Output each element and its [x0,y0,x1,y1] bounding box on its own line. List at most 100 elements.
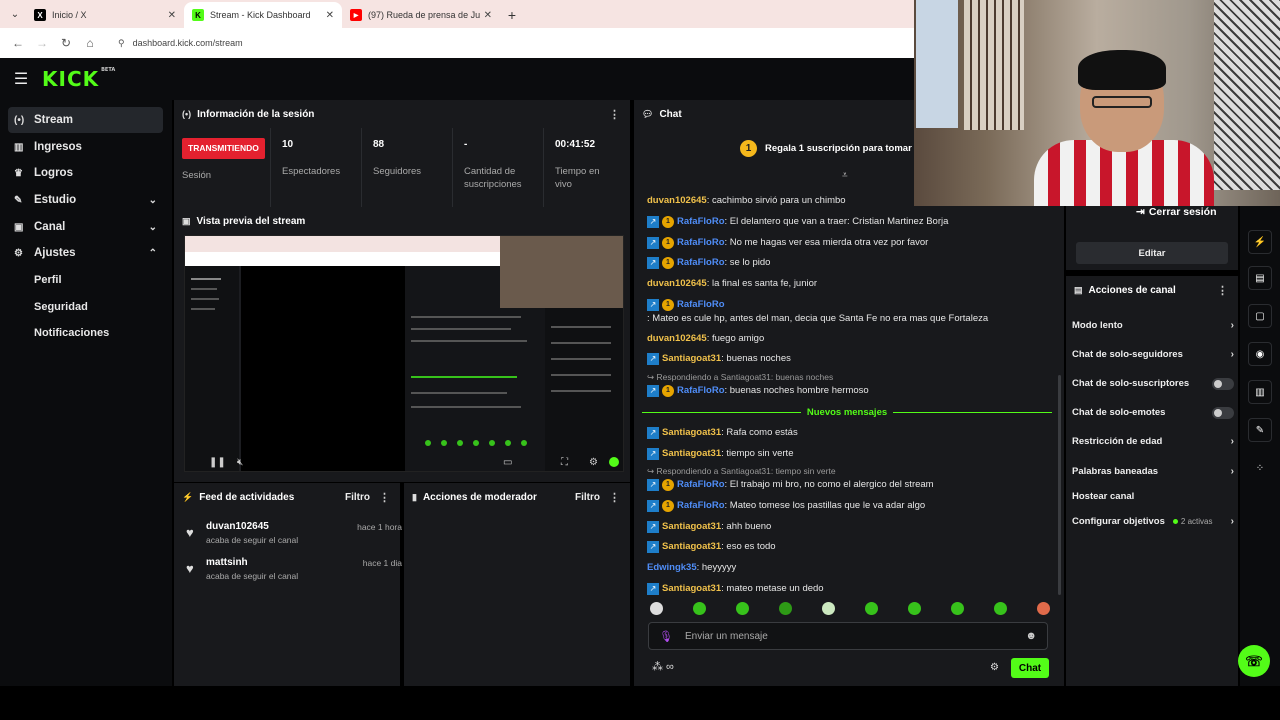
chat-username[interactable]: duvan102645 [647,332,707,346]
chat-username[interactable]: RafaFloRo [677,499,725,513]
new-tab-button[interactable]: + [500,2,524,28]
tab-list-icon[interactable]: ⌄ [4,0,26,28]
action-set-goals[interactable]: Configurar objetivos 2 activas › [1072,516,1234,527]
forward-icon[interactable]: → [30,31,54,55]
chat-username[interactable]: Santiagoat31 [662,352,721,366]
document-icon[interactable]: ▤ [1248,266,1272,290]
action-slow-mode[interactable]: Modo lento › [1072,320,1234,331]
action-banned-words[interactable]: Palabras baneadas › [1072,466,1234,477]
sidebar-item-logros[interactable]: ♛ Logros [8,160,163,186]
emote-icon[interactable] [1037,602,1050,615]
fullscreen-icon[interactable]: ⛶ [561,457,568,468]
chat-input[interactable]: 🎙︎ Enviar un mensaje ☻ [648,622,1048,650]
sidebar-item-canal[interactable]: ▣ Canal ⌄ [8,214,163,240]
mute-icon[interactable]: 🔇︎ [237,457,243,468]
chat-username[interactable]: duvan102645 [647,194,707,208]
emote-icon[interactable] [822,602,835,615]
reload-icon[interactable]: ↻ [54,31,78,55]
more-options-icon[interactable]: ⋮ [609,108,620,121]
pinned-message[interactable]: 1 Regala 1 suscripción para tomar la [740,140,922,157]
close-tab-icon[interactable]: ✕ [168,10,176,21]
chat-username[interactable]: duvan102645 [647,277,707,291]
url-field[interactable]: ⚲ dashboard.kick.com/stream [110,31,908,55]
chat-username[interactable]: Santiagoat31 [662,447,721,461]
chat-username[interactable]: Santiagoat31 [662,540,721,554]
site-info-icon[interactable]: ⚲ [118,38,125,49]
sidebar-sub-seguridad[interactable]: Seguridad [34,301,88,313]
chat-username[interactable]: RafaFloRo [677,236,725,250]
help-chat-button[interactable]: ☏ [1238,645,1270,677]
chat-username[interactable]: Santiagoat31 [662,582,721,596]
pip-icon[interactable]: ▭ [503,457,512,468]
chat-username[interactable]: Edwingk35 [647,561,697,575]
edit-button[interactable]: Editar [1076,242,1228,264]
layout-icon[interactable]: ▥ [1248,380,1272,404]
emoji-icon[interactable]: ☻ [1025,630,1037,642]
more-options-icon[interactable]: ⋮ [379,491,390,504]
browser-tab-kick[interactable]: K Stream - Kick Dashboard ✕ [184,2,342,28]
action-host-channel[interactable]: Hostear canal [1072,491,1234,502]
mic-icon[interactable]: 🎙︎ [659,630,673,643]
chat-username[interactable]: RafaFloRo [677,298,725,312]
settings-icon[interactable]: ⚙ [589,457,598,468]
filter-button[interactable]: Filtro [345,492,370,503]
panel-title: Chat [659,108,682,120]
close-tab-icon[interactable]: ✕ [484,10,492,21]
browser-tab-youtube[interactable]: ▶ (97) Rueda de prensa de Junior ✕ [342,2,500,28]
broadcast-icon[interactable]: ◉ [1248,342,1272,366]
menu-icon[interactable]: ☰ [0,69,42,89]
emote-icon[interactable] [779,602,792,615]
emote-icon[interactable] [908,602,921,615]
beta-tag: BETA [101,67,116,73]
more-options-icon[interactable]: ⋮ [609,491,620,504]
bolt-icon[interactable]: ⚡ [1248,230,1272,254]
preview-line [191,278,221,280]
action-age-restriction[interactable]: Restricción de edad › [1072,436,1234,447]
chat-username[interactable]: RafaFloRo [677,478,725,492]
emote-icon[interactable] [736,602,749,615]
emote-bar [650,602,1050,615]
logout-button[interactable]: ⇥ Cerrar sesión [1136,206,1217,218]
sidebar-item-stream[interactable]: (•) Stream [8,107,163,133]
kick-logo[interactable]: KICK BETA [42,67,115,91]
chat-username[interactable]: RafaFloRo [677,384,725,398]
share-icon[interactable]: ⁘ [1248,456,1272,480]
action-followers-only[interactable]: Chat de solo-seguidores › [1072,349,1234,360]
sidebar-sub-perfil[interactable]: Perfil [34,274,62,286]
back-icon[interactable]: ← [6,31,30,55]
sidebar-item-ajustes[interactable]: ⚙ Ajustes ⌃ [8,240,163,266]
pause-icon[interactable]: ❚❚ [209,457,226,468]
chat-username[interactable]: RafaFloRo [677,256,725,270]
wrench-icon[interactable]: ✎ [1248,418,1272,442]
emote-icon[interactable] [994,602,1007,615]
channel-actions-panel: ▤ Acciones de canal ⋮ Modo lento › Chat … [1066,276,1238,686]
send-chat-button[interactable]: Chat [1011,658,1049,678]
emote-icon[interactable] [951,602,964,615]
chat-icon[interactable]: ▢ [1248,304,1272,328]
browser-tab-x[interactable]: X Inicio / X ✕ [26,2,184,28]
home-icon[interactable]: ⌂ [78,31,102,55]
action-subscribers-only[interactable]: Chat de solo-suscriptores [1072,377,1234,390]
action-emotes-only[interactable]: Chat de solo-emotes [1072,406,1234,419]
more-options-icon[interactable]: ⋮ [1217,284,1228,297]
chat-username[interactable]: RafaFloRo [677,215,725,229]
stream-preview-video[interactable]: ❚❚ 🔇︎ ▭ ⛶ ⚙ [184,235,624,472]
chat-username[interactable]: Santiagoat31 [662,426,721,440]
emote-icon[interactable] [650,602,663,615]
feed-user[interactable]: duvan102645 [206,521,269,532]
close-tab-icon[interactable]: ✕ [326,10,334,21]
gear-icon[interactable]: ⚙ [990,662,999,673]
chat-username[interactable]: Santiagoat31 [662,520,721,534]
sidebar-item-estudio[interactable]: ✎ Estudio ⌄ [8,187,163,213]
sidebar-sub-notificaciones[interactable]: Notificaciones [34,327,109,339]
chat-scrollbar[interactable] [1058,375,1061,595]
feed-user[interactable]: mattsinh [206,557,248,568]
toggle-switch[interactable] [1212,406,1234,419]
toggle-switch[interactable] [1212,377,1234,390]
collapse-pinned-icon[interactable]: ⩡ [842,170,848,181]
emote-icon[interactable] [865,602,878,615]
emote-icon[interactable] [693,602,706,615]
chat-extras-icon[interactable]: ⁂ ∞ [652,660,674,673]
sidebar-item-ingresos[interactable]: ▥ Ingresos [8,134,163,160]
filter-button[interactable]: Filtro [575,492,600,503]
